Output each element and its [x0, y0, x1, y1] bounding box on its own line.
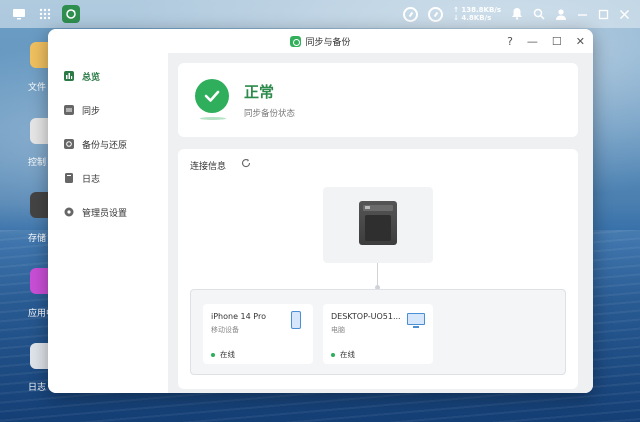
download-speed: ↓ 4.8KB/s [453, 14, 492, 22]
check-shadow [200, 117, 226, 120]
device-status: 在线 [211, 349, 235, 360]
search-icon[interactable] [533, 5, 545, 24]
status-dot [331, 352, 335, 357]
refresh-icon[interactable] [241, 158, 251, 171]
phone-icon [291, 311, 301, 329]
sync-backup-window: 同步与备份 ? — ☐ ✕ 总览 同步 备份与还原 日志 管理员设置 正常 同步… [48, 29, 593, 393]
grid-icon[interactable] [36, 5, 54, 23]
minimize-button[interactable]: — [527, 35, 538, 48]
backup-icon [64, 139, 74, 149]
sidebar-item-sync[interactable]: 同步 [48, 93, 168, 127]
connected-devices: iPhone 14 Pro 移动设备 在线 DESKTOP-UO51... 电脑… [190, 289, 566, 375]
device-name: iPhone 14 Pro [211, 312, 266, 321]
log-icon [64, 173, 74, 183]
help-button[interactable]: ? [507, 35, 513, 48]
sync-icon [64, 105, 74, 115]
desktop-label: 文件 [28, 83, 47, 93]
sidebar-item-label: 管理员设置 [82, 208, 128, 219]
device-card[interactable]: DESKTOP-UO51... 电脑 在线 [323, 304, 433, 364]
sync-app-icon[interactable] [62, 5, 80, 23]
check-icon [195, 79, 229, 113]
overview-icon [64, 71, 74, 81]
maximize-button[interactable]: ☐ [552, 35, 562, 48]
user-icon[interactable] [555, 5, 567, 24]
gear-icon [64, 207, 74, 217]
close-button[interactable]: ✕ [576, 35, 585, 48]
device-name: DESKTOP-UO51... [331, 312, 401, 321]
connection-title: 连接信息 [190, 162, 227, 172]
device-status: 在线 [331, 349, 355, 360]
desktop-label: 控制 [28, 158, 47, 168]
status-dot [211, 352, 215, 357]
nas-device-box [323, 187, 433, 263]
bell-icon[interactable] [511, 5, 523, 24]
sidebar-item-log[interactable]: 日志 [48, 161, 168, 195]
sync-app-icon [290, 35, 302, 47]
sidebar-item-backup[interactable]: 备份与还原 [48, 127, 168, 161]
desktop-label: 日志 [28, 383, 47, 393]
sidebar-item-label: 总览 [82, 72, 101, 83]
window-title: 同步与备份 [305, 37, 351, 48]
network-speed: ↑ 138.8KB/s ↓ 4.8KB/s [453, 6, 501, 22]
status-card: 正常 同步备份状态 [178, 63, 578, 137]
gauge-icon[interactable] [428, 6, 444, 22]
taskbar: ↑ 138.8KB/s ↓ 4.8KB/s [0, 0, 640, 28]
connection-card: 连接信息 iPhone 14 Pro 移动设备 在线 DESKTOP-UO51.… [178, 149, 578, 389]
close-icon[interactable] [619, 5, 630, 24]
desktop-icon[interactable] [10, 5, 28, 23]
maximize-icon[interactable] [598, 5, 609, 24]
status-subtitle: 同步备份状态 [244, 109, 296, 119]
window-titlebar[interactable]: 同步与备份 ? — ☐ ✕ [48, 29, 593, 53]
connector-line [377, 263, 378, 287]
sidebar-item-admin-settings[interactable]: 管理员设置 [48, 195, 168, 229]
main-content: 正常 同步备份状态 连接信息 iPhone 14 Pro 移动设备 在线 DES… [168, 53, 593, 393]
device-type: 移动设备 [211, 326, 239, 334]
sidebar-item-overview[interactable]: 总览 [48, 59, 168, 93]
device-type: 电脑 [331, 326, 345, 334]
sidebar-item-label: 备份与还原 [82, 140, 128, 151]
minimize-icon[interactable] [577, 5, 588, 24]
upload-speed: ↑ 138.8KB/s [453, 6, 501, 14]
monitor-icon [407, 313, 425, 328]
status-title: 正常 [244, 83, 275, 101]
sidebar: 总览 同步 备份与还原 日志 管理员设置 [48, 53, 168, 393]
sidebar-item-label: 同步 [82, 106, 101, 117]
sidebar-item-label: 日志 [82, 174, 101, 185]
nas-icon [359, 201, 397, 245]
device-card[interactable]: iPhone 14 Pro 移动设备 在线 [203, 304, 313, 364]
gauge-icon[interactable] [403, 6, 419, 22]
desktop-label: 存储 [28, 234, 47, 244]
